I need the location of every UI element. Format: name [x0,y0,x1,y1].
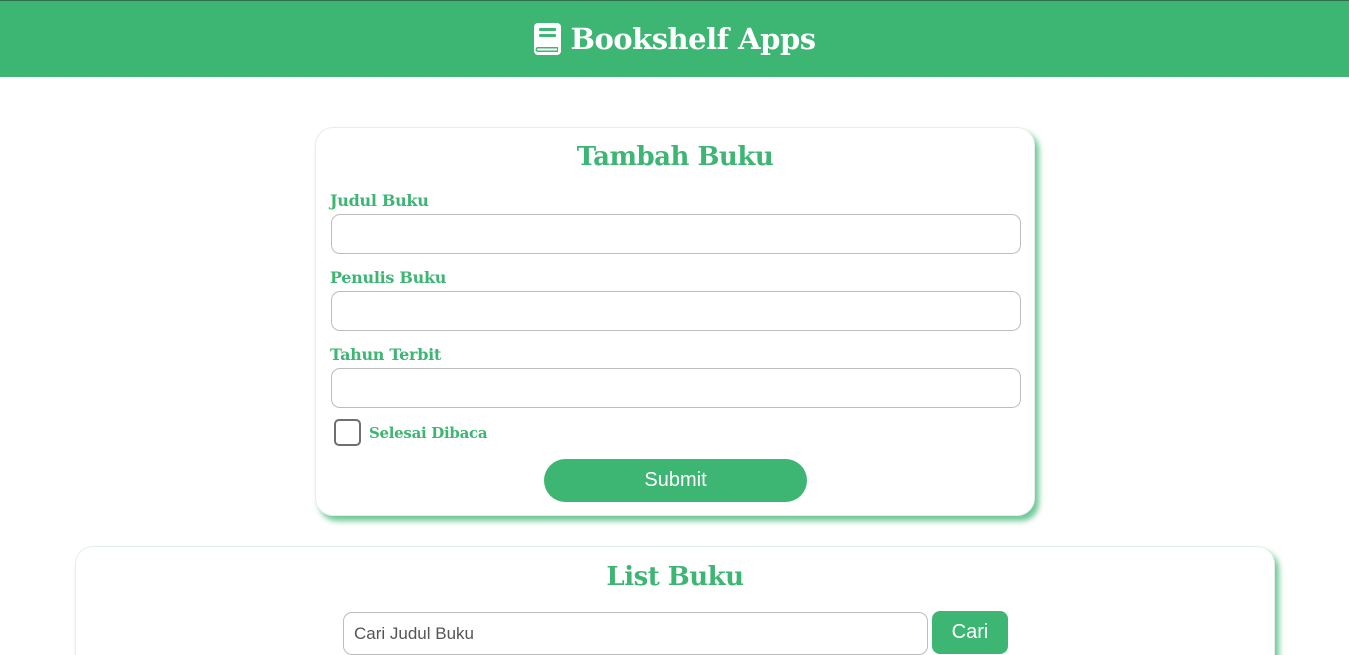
year-field-label: Tahun Terbit [330,345,441,364]
year-input[interactable] [331,368,1021,408]
finished-reading-label[interactable]: Selesai Dibaca [369,424,488,442]
title-input[interactable] [331,214,1021,254]
app-header: Bookshelf Apps [0,0,1349,77]
submit-button[interactable]: Submit [544,459,807,502]
add-book-title: Tambah Buku [576,142,774,172]
title-field-label: Judul Buku [330,191,429,210]
book-list-title: List Buku [606,562,744,592]
app-title: Bookshelf Apps [570,22,816,56]
search-button[interactable]: Cari [932,611,1008,654]
author-field-label: Penulis Buku [330,268,447,287]
book-icon [534,23,562,55]
book-list-card: List Buku Cari [75,546,1275,655]
search-input[interactable] [343,612,928,655]
add-book-card: Tambah Buku Judul Buku Penulis Buku Tahu… [315,127,1035,516]
finished-reading-row: Selesai Dibaca [334,419,488,446]
brand: Bookshelf Apps [533,22,816,56]
finished-reading-checkbox[interactable] [334,419,361,446]
author-input[interactable] [331,291,1021,331]
